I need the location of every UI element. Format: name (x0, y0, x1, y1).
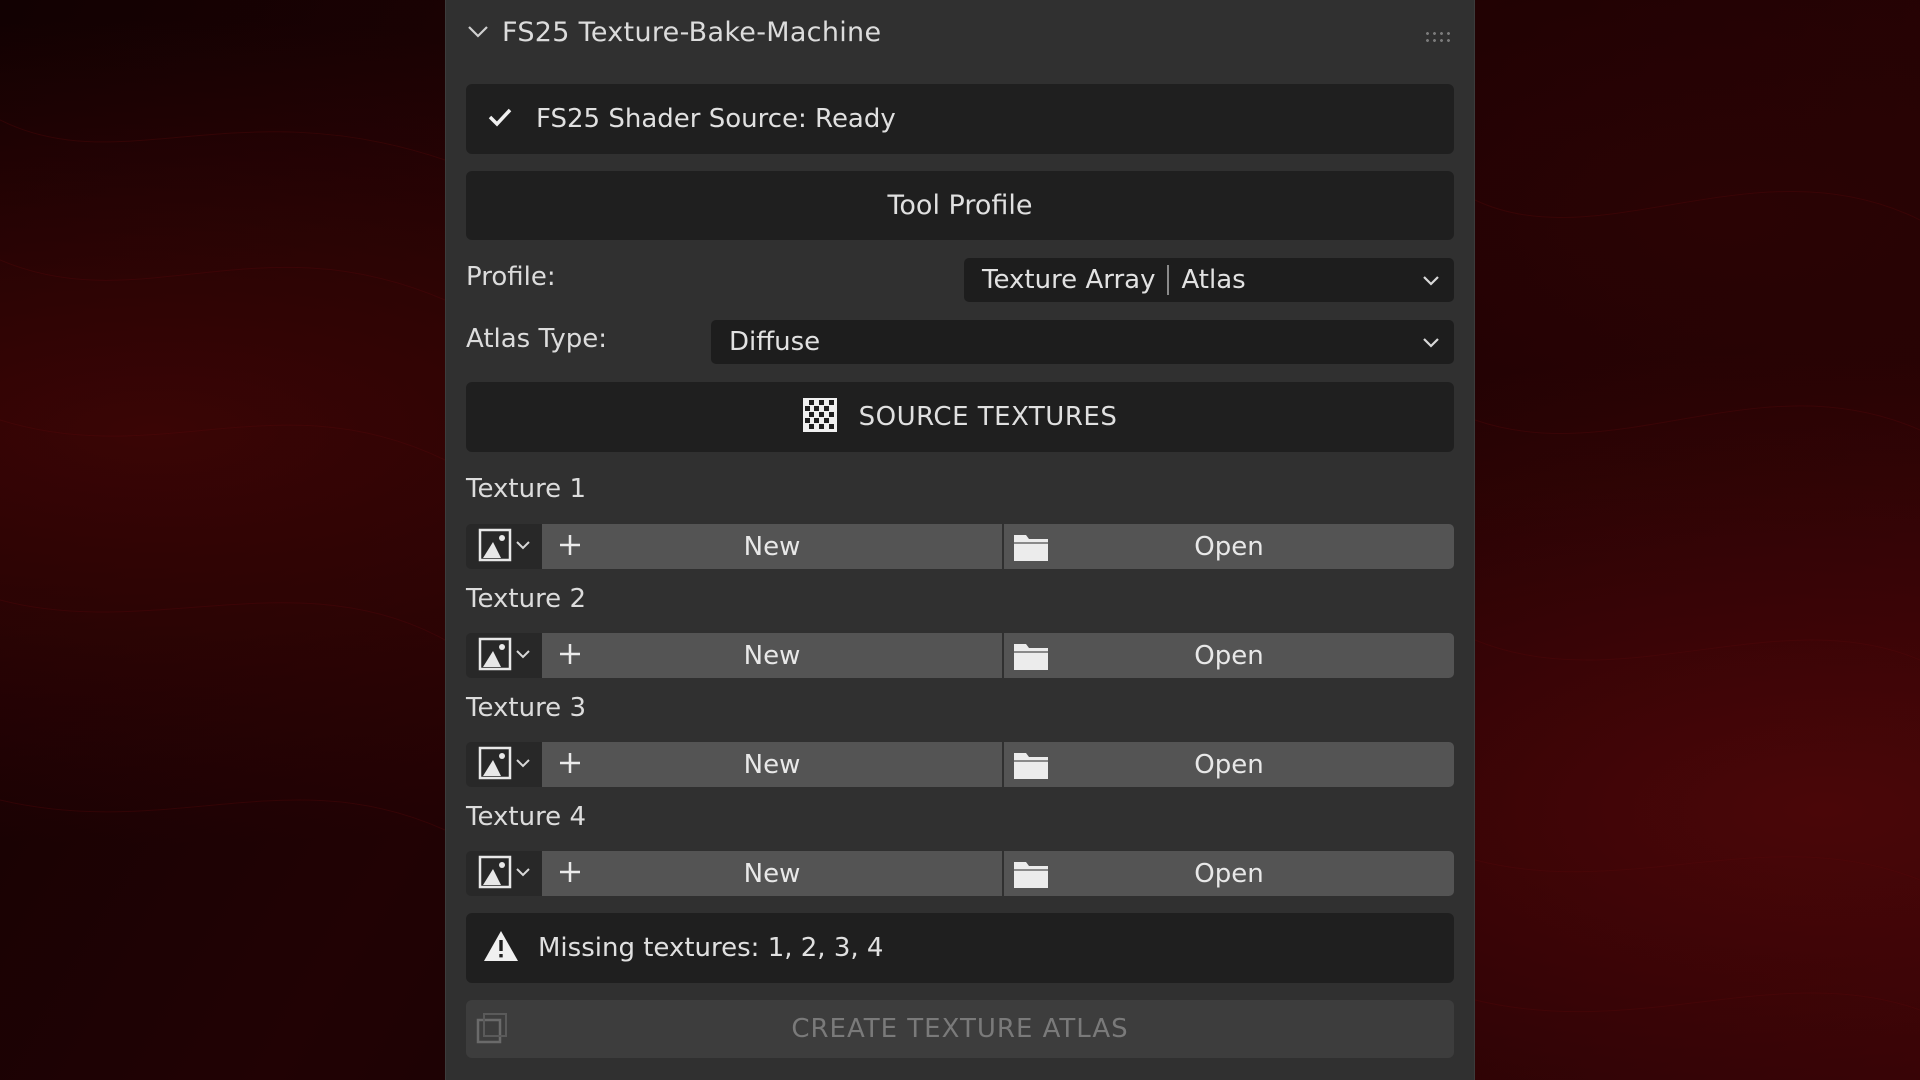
source-textures-header: SOURCE TEXTURES (466, 382, 1454, 452)
texture-1-row: New Open (466, 524, 1454, 569)
chevron-down-icon (1420, 330, 1442, 360)
image-icon (478, 528, 512, 566)
texture-4-label: Texture 4 (466, 802, 586, 832)
atlas-type-value: Diffuse (729, 327, 821, 357)
open-image-button[interactable]: Open (1004, 524, 1454, 569)
tool-profile-button[interactable]: Tool Profile (466, 171, 1454, 240)
open-label: Open (1194, 749, 1264, 780)
texture-2-label: Texture 2 (466, 584, 586, 614)
open-label: Open (1194, 531, 1264, 562)
shader-status-text: FS25 Shader Source: Ready (536, 104, 896, 134)
warning-icon (482, 929, 520, 967)
new-label: New (743, 749, 801, 780)
chevron-down-icon (515, 646, 531, 666)
chevron-down-icon (515, 864, 531, 884)
open-image-button[interactable]: Open (1004, 633, 1454, 678)
new-image-button[interactable]: New (542, 633, 1002, 678)
new-image-button[interactable]: New (542, 742, 1002, 787)
chevron-down-icon (515, 755, 531, 775)
shader-status-box: FS25 Shader Source: Ready (466, 84, 1454, 154)
new-image-button[interactable]: New (542, 851, 1002, 896)
panel-title: FS25 Texture-Bake-Machine (502, 17, 882, 48)
atlas-icon (474, 1012, 510, 1050)
missing-textures-warning: Missing textures: 1, 2, 3, 4 (466, 913, 1454, 983)
checkmark-icon (486, 103, 514, 135)
open-image-button[interactable]: Open (1004, 851, 1454, 896)
atlas-type-label: Atlas Type: (466, 324, 607, 354)
image-browse-button[interactable] (466, 742, 542, 787)
profile-value-b: Atlas (1181, 265, 1246, 295)
open-image-button[interactable]: Open (1004, 742, 1454, 787)
create-atlas-label: CREATE TEXTURE ATLAS (791, 1014, 1129, 1044)
chevron-down-icon (1420, 268, 1442, 298)
create-texture-atlas-button[interactable]: CREATE TEXTURE ATLAS (466, 1000, 1454, 1058)
new-image-button[interactable]: New (542, 524, 1002, 569)
profile-label: Profile: (466, 262, 556, 292)
open-label: Open (1194, 640, 1264, 671)
profile-separator (1167, 265, 1170, 295)
image-icon (478, 746, 512, 784)
profile-dropdown[interactable]: Texture Array Atlas (964, 258, 1454, 302)
panel-header[interactable]: FS25 Texture-Bake-Machine (466, 10, 1454, 55)
image-browse-button[interactable] (466, 633, 542, 678)
image-browse-button[interactable] (466, 851, 542, 896)
texture-4-row: New Open (466, 851, 1454, 896)
source-textures-label: SOURCE TEXTURES (858, 402, 1118, 432)
texture-2-row: New Open (466, 633, 1454, 678)
warning-text: Missing textures: 1, 2, 3, 4 (538, 933, 884, 963)
image-icon (478, 637, 512, 675)
image-icon (478, 855, 512, 893)
new-label: New (743, 531, 801, 562)
tool-profile-label: Tool Profile (887, 190, 1033, 221)
chevron-down-icon (515, 537, 531, 557)
profile-value-a: Texture Array (982, 265, 1156, 295)
image-browse-button[interactable] (466, 524, 542, 569)
texture-3-label: Texture 3 (466, 693, 586, 723)
checker-icon (802, 398, 837, 436)
texture-1-label: Texture 1 (466, 474, 586, 504)
new-label: New (743, 858, 801, 889)
chevron-down-icon[interactable] (466, 19, 490, 47)
drag-grip-icon[interactable] (1424, 30, 1454, 44)
new-label: New (743, 640, 801, 671)
atlas-type-dropdown[interactable]: Diffuse (711, 320, 1454, 364)
texture-bake-panel: FS25 Texture-Bake-Machine FS25 Shader So… (445, 0, 1475, 1080)
open-label: Open (1194, 858, 1264, 889)
texture-3-row: New Open (466, 742, 1454, 787)
